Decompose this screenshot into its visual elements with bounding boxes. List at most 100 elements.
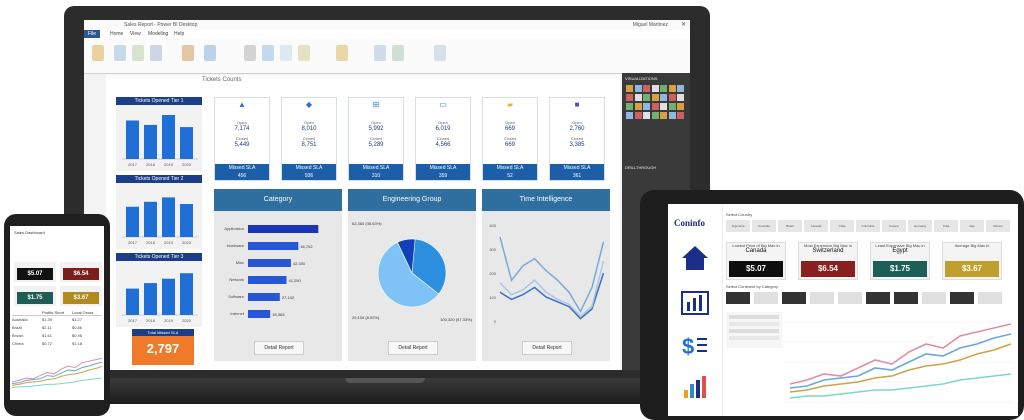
tier-bar[interactable]: [180, 204, 193, 237]
visual-type-icon[interactable]: [660, 94, 667, 101]
tablet-kpi-card[interactable]: Most Expensive Big Mac in Switzerland $6.5…: [798, 242, 858, 280]
continent-chip[interactable]: [894, 292, 918, 304]
tier-bar[interactable]: [162, 197, 175, 237]
visual-type-icon[interactable]: [651, 112, 659, 119]
tab-home[interactable]: Home: [110, 31, 123, 37]
tier-bar[interactable]: [162, 115, 175, 159]
country-tab[interactable]: Chile: [830, 220, 854, 232]
tier1-tile[interactable]: Tickets Opened Tier 1 2017 2018 2019 2020: [116, 97, 202, 171]
time-panel[interactable]: Time Intelligence 400 300 200 100 0 Detail R…: [482, 189, 610, 361]
tablet-series-line[interactable]: [789, 343, 1012, 393]
product-card[interactable]: ■ Open 2,760 Closed 3,385 Missed SLA 361: [549, 97, 605, 181]
tier-bar[interactable]: [144, 201, 157, 237]
category-panel[interactable]: Category Application Hardware 46,752 Misc 42…: [214, 189, 342, 361]
country-tab[interactable]: Australia: [752, 220, 776, 232]
phone-table-row[interactable]: Australia $1.39 $1.27: [12, 316, 102, 324]
series-line[interactable]: [499, 260, 605, 318]
tier-bar[interactable]: [126, 206, 139, 237]
dollar-report-icon[interactable]: $: [680, 332, 710, 358]
new-visual-icon[interactable]: [262, 45, 274, 61]
visual-type-icon[interactable]: [668, 103, 676, 110]
category-bar[interactable]: [248, 259, 291, 267]
category-detail-button[interactable]: Detail Report: [254, 341, 304, 355]
get-data-icon[interactable]: [114, 45, 126, 61]
visual-type-icon[interactable]: [677, 112, 684, 119]
visual-type-icon[interactable]: [626, 85, 633, 92]
continent-chip[interactable]: [950, 292, 974, 304]
country-tab[interactable]: Brazil: [778, 220, 802, 232]
quick-measure-icon[interactable]: [392, 45, 404, 61]
tier-bar[interactable]: [162, 278, 175, 315]
visual-type-icon[interactable]: [626, 103, 633, 110]
phone-kpi-card[interactable]: $3.67: [60, 286, 102, 306]
visual-type-icon[interactable]: [651, 103, 659, 110]
engineering-panel[interactable]: Engineering Group 62,360 (35.63%) 100,320…: [348, 189, 476, 361]
time-detail-button[interactable]: Detail Report: [522, 341, 572, 355]
phone-table-row[interactable]: Brown $1.61 $0.96: [12, 332, 102, 340]
phone-kpi-card[interactable]: $1.75: [14, 286, 56, 306]
country-tab[interactable]: Argentina: [726, 220, 750, 232]
phone-kpi-card[interactable]: $6.54: [60, 262, 102, 282]
growth-chart-icon[interactable]: [680, 372, 710, 400]
visual-type-icon[interactable]: [660, 112, 667, 119]
visual-type-icon[interactable]: [677, 103, 684, 110]
refresh-icon[interactable]: [204, 45, 216, 61]
phone-table-row[interactable]: Brazil $2.11 $0.86: [12, 324, 102, 332]
product-card[interactable]: ▰ Open 669 Closed 669 Missed SLA 52: [482, 97, 538, 181]
publish-icon[interactable]: [434, 45, 446, 61]
continent-chip[interactable]: [838, 292, 862, 304]
excel-icon[interactable]: [132, 45, 144, 61]
new-page-icon[interactable]: [244, 45, 256, 61]
tablet-kpi-card[interactable]: Lowest Price of Big Mac in Canada $5.07: [726, 242, 786, 280]
tier-bar[interactable]: [126, 120, 139, 160]
category-bar[interactable]: [248, 225, 319, 233]
country-tab[interactable]: Italy: [960, 220, 984, 232]
visual-type-icon[interactable]: [626, 112, 633, 119]
visual-type-icon[interactable]: [660, 85, 667, 92]
visual-type-icon[interactable]: [643, 85, 650, 92]
visual-type-icon[interactable]: [660, 103, 667, 110]
tier-bar[interactable]: [144, 283, 157, 315]
visual-type-icon[interactable]: [626, 94, 633, 101]
continent-chip[interactable]: [978, 292, 1002, 304]
tab-view[interactable]: View: [130, 31, 141, 37]
analytics-icon[interactable]: [680, 290, 710, 316]
tablet-kpi-card[interactable]: Least Expensive Big Mac in Egypt $1.75: [870, 242, 930, 280]
visual-type-icon[interactable]: [634, 103, 642, 110]
continent-chip[interactable]: [754, 292, 778, 304]
visual-type-icon[interactable]: [643, 112, 650, 119]
visual-type-icon[interactable]: [634, 112, 642, 119]
series-line[interactable]: [499, 236, 605, 313]
phone-table-row[interactable]: Chima $0.72 $1.18: [12, 340, 102, 348]
marketplace-icon[interactable]: [336, 45, 348, 61]
shapes-icon[interactable]: [298, 45, 310, 61]
product-card[interactable]: ▲ Open 7,174 Closed 5,449 Missed SLA 456: [214, 97, 270, 181]
sql-icon[interactable]: [150, 45, 162, 61]
tab-help[interactable]: Help: [174, 31, 184, 37]
visual-type-icon[interactable]: [677, 94, 684, 101]
visual-type-icon[interactable]: [643, 103, 650, 110]
continent-chip[interactable]: [866, 292, 890, 304]
category-bar[interactable]: [248, 293, 280, 301]
visual-type-icon[interactable]: [651, 94, 659, 101]
enter-data-icon[interactable]: [182, 45, 194, 61]
visual-type-icon[interactable]: [677, 85, 684, 92]
country-tab[interactable]: Mexico: [986, 220, 1010, 232]
country-tab[interactable]: Canada: [804, 220, 828, 232]
visual-type-icon[interactable]: [634, 94, 642, 101]
category-bar[interactable]: [248, 242, 299, 250]
product-card[interactable]: ⊞ Open 5,992 Closed 5,289 Missed SLA 310: [348, 97, 404, 181]
country-tab[interactable]: Germany: [908, 220, 932, 232]
visual-type-icon[interactable]: [668, 85, 676, 92]
tier2-tile[interactable]: Tickets Opened Tier 2 2017 2018 2019 2020: [116, 175, 202, 249]
tier-bar[interactable]: [126, 288, 139, 315]
country-tab[interactable]: Colombia: [856, 220, 880, 232]
tier-bar[interactable]: [180, 127, 193, 159]
visual-type-icon[interactable]: [651, 85, 659, 92]
tier-bar[interactable]: [180, 273, 193, 315]
paste-icon[interactable]: [92, 45, 104, 61]
visual-type-icon[interactable]: [668, 94, 676, 101]
close-icon[interactable]: ✕: [681, 21, 686, 28]
visual-type-icon[interactable]: [643, 94, 650, 101]
category-bar[interactable]: [248, 276, 287, 284]
